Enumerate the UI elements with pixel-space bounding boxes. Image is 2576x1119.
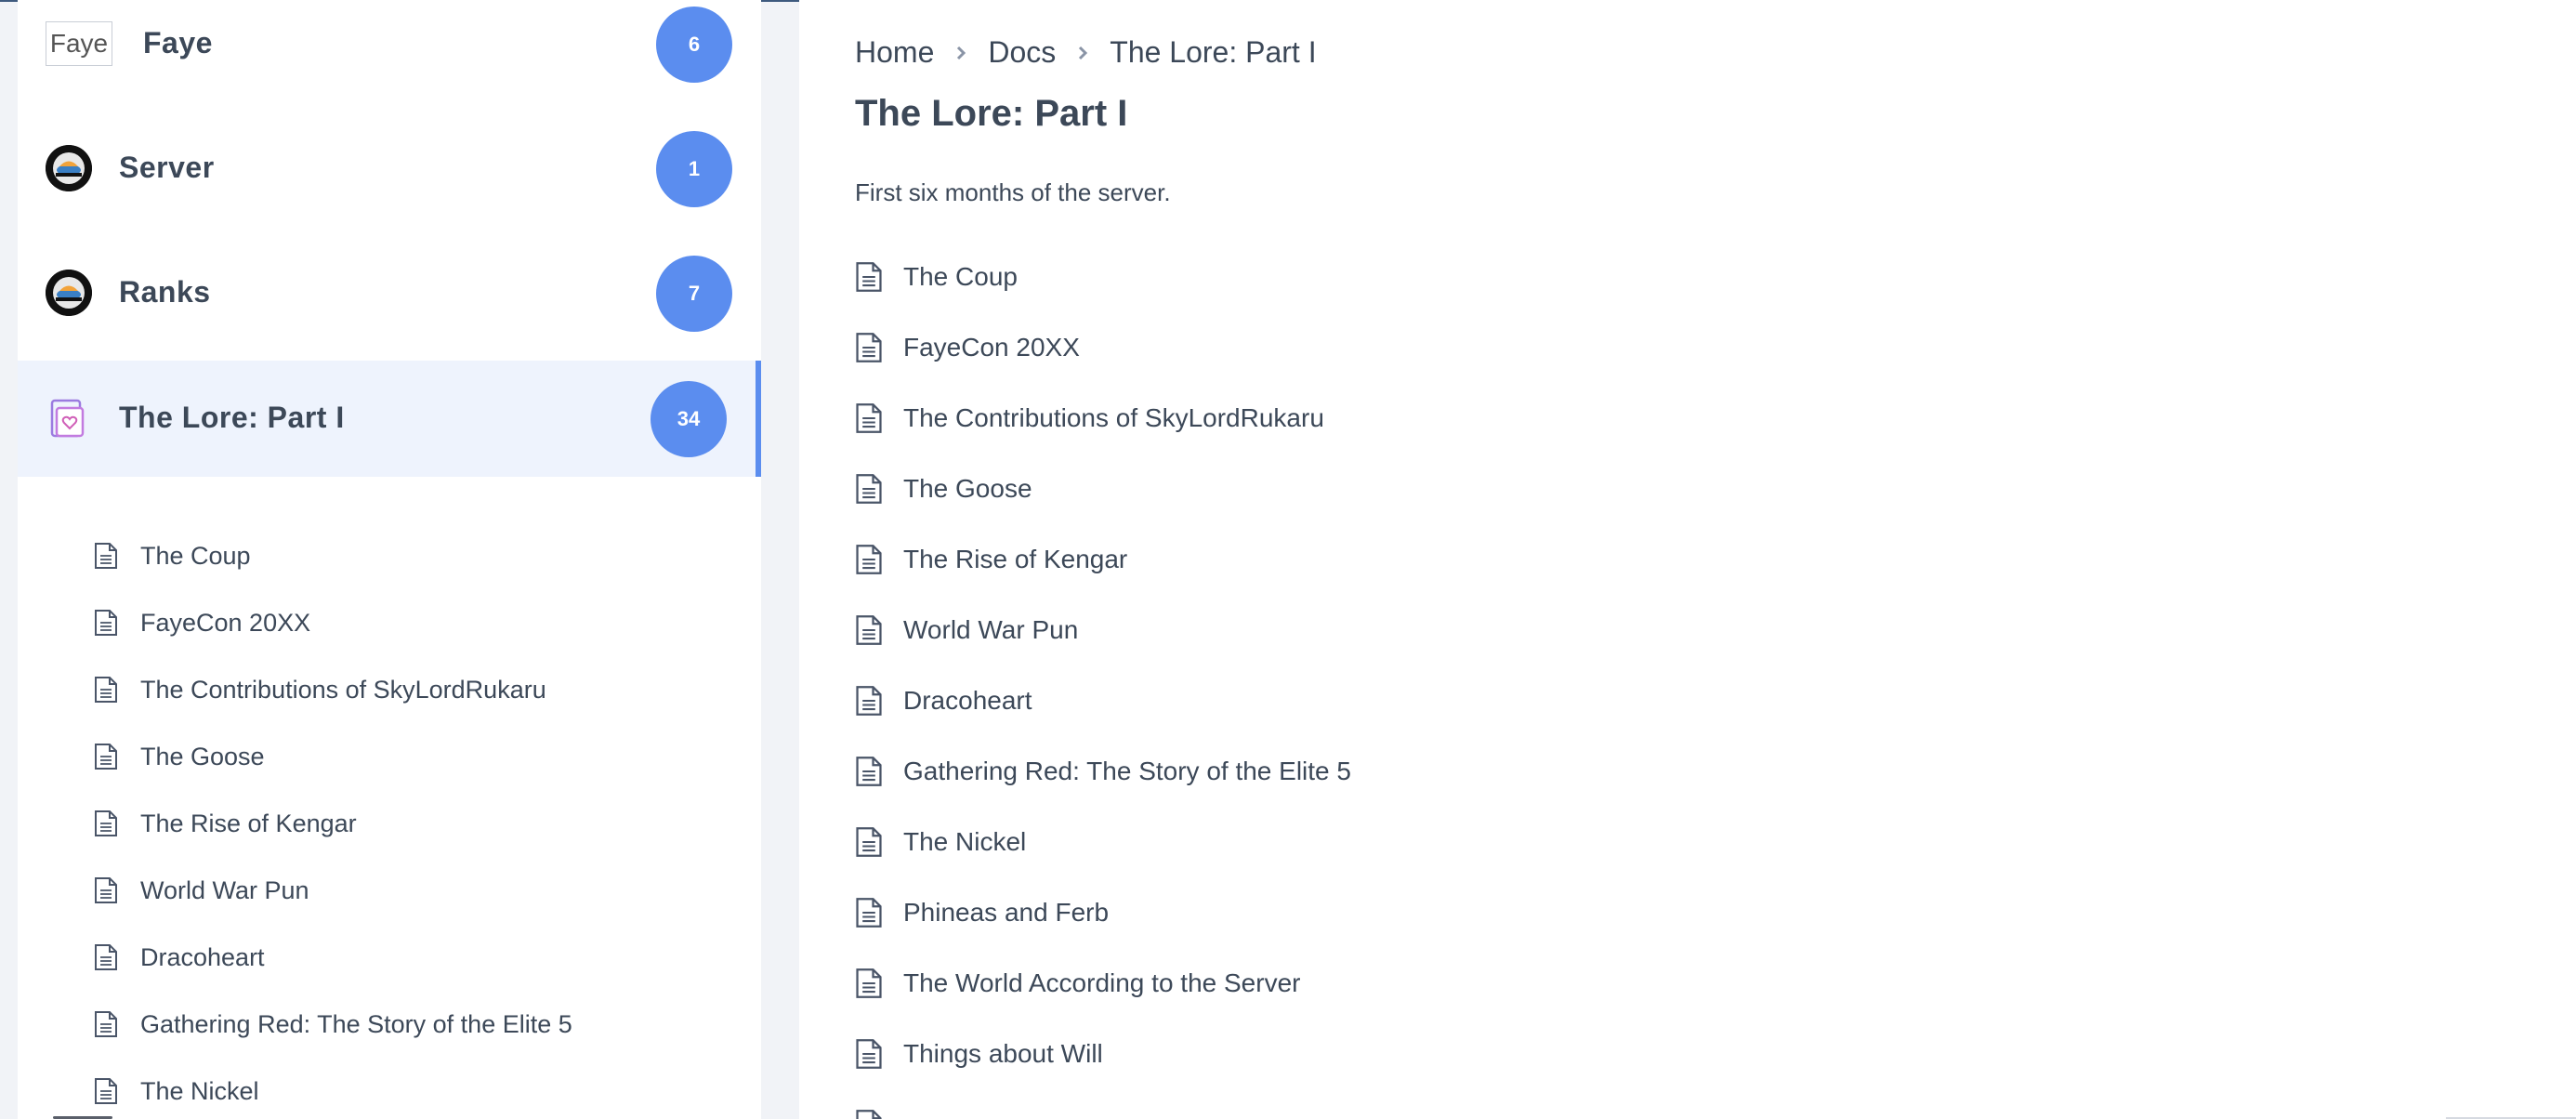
doc-title: The Goose [903,474,1032,503]
doc-title: Gathering Red: The Story of the Elite 5 [903,757,1351,785]
document-icon [856,1110,882,1119]
breadcrumb-home[interactable]: Home [855,35,934,70]
count-badge: 1 [656,131,732,207]
doc-title: Dracoheart [140,942,265,971]
document-icon [95,610,117,636]
document-icon [95,744,117,770]
count-badge: 6 [656,7,732,83]
sidebar-category-label: The Lore: Part I [119,401,345,434]
sidebar-doc-item[interactable]: The Contributions of SkyLordRukaru [94,666,546,713]
doc-list-item[interactable]: FayeCon 20XX [855,324,1080,371]
document-icon [856,898,882,928]
document-icon [95,944,117,970]
doc-title: The Contributions of SkyLordRukaru [903,403,1324,432]
document-icon [856,262,882,292]
doc-title: The Contributions of SkyLordRukaru [140,675,546,704]
doc-title: Gathering Red: The Story of the Elite 5 [140,1009,572,1038]
document-icon [856,968,882,998]
sidebar-category-label: Faye [143,26,213,59]
document-icon [95,1011,117,1037]
doc-title: The Rise of Kengar [903,545,1128,573]
sidebar-doc-item[interactable]: The Goose [94,733,265,780]
doc-list-item-cut-off[interactable] [855,1101,903,1119]
doc-title: Things about Will [903,1039,1103,1068]
chevron-right-icon [1079,46,1088,59]
ranks-logo-icon [46,270,92,316]
doc-list-item[interactable]: World War Pun [855,607,1078,653]
doc-list-item[interactable]: Gathering Red: The Story of the Elite 5 [855,748,1351,795]
faye-logo-icon: Faye [46,21,112,66]
document-icon [856,333,882,362]
chevron-right-icon [957,46,966,59]
breadcrumb-current: The Lore: Part I [1110,35,1317,69]
sidebar-doc-item[interactable]: World War Pun [94,867,309,914]
document-icon [856,474,882,504]
doc-title: The Nickel [903,827,1027,856]
document-icon [856,757,882,786]
document-icon [856,403,882,433]
document-icon [95,543,117,569]
breadcrumb-docs[interactable]: Docs [988,35,1056,70]
doc-title: The Goose [140,742,265,770]
doc-title: Dracoheart [903,686,1032,715]
sidebar-category-label: Server [119,151,215,184]
page-description: First six months of the server. [855,178,1171,206]
doc-title: The Coup [140,541,251,570]
document-icon [856,1039,882,1069]
faye-logo-text: Faye [49,29,109,58]
sidebar-category-faye[interactable]: Faye Faye 6 [18,0,761,102]
doc-title: The World According to the Server [903,968,1301,997]
sidebar-doc-item[interactable]: The Nickel [94,1068,259,1114]
doc-list-item[interactable]: The Rise of Kengar [855,536,1127,583]
sidebar-doc-item[interactable]: Dracoheart [94,934,265,981]
doc-title: The Nickel [140,1076,259,1105]
document-icon [856,615,882,645]
doc-list-item[interactable]: Dracoheart [855,678,1032,724]
sidebar-category-lore-part-1[interactable]: The Lore: Part I 34 [18,361,761,477]
count-badge: 7 [656,256,732,332]
page-title: The Lore: Part I [855,93,1128,134]
breadcrumb: Home Docs The Lore: Part I [855,35,1317,70]
doc-title: FayeCon 20XX [140,608,311,637]
doc-list-item[interactable]: Phineas and Ferb [855,889,1109,936]
sidebar-doc-item[interactable]: Gathering Red: The Story of the Elite 5 [94,1001,572,1047]
document-icon [856,686,882,716]
sidebar-category-ranks[interactable]: Ranks 7 [18,235,761,351]
document-icon [95,810,117,836]
sidebar-doc-item[interactable]: The Rise of Kengar [94,800,357,847]
sidebar-doc-item[interactable]: The Coup [94,533,251,579]
server-logo-icon [46,145,92,191]
count-badge: 34 [651,381,727,457]
doc-list-item[interactable]: The Goose [855,466,1032,512]
doc-list-item[interactable]: The Coup [855,254,1018,300]
doc-list-item[interactable]: Things about Will [855,1031,1103,1077]
doc-title: FayeCon 20XX [903,333,1080,362]
doc-title: Phineas and Ferb [903,898,1110,927]
doc-title: The Rise of Kengar [140,809,357,837]
doc-list-item[interactable]: The Nickel [855,819,1026,865]
main-content: Home Docs The Lore: Part I The Lore: Par… [799,0,2576,1119]
doc-list-item[interactable]: The Contributions of SkyLordRukaru [855,395,1324,441]
sidebar: Faye Faye 6 Server 1 Ranks 7 The Lore: P… [18,0,761,1119]
sidebar-doc-item[interactable]: FayeCon 20XX [94,599,310,646]
document-icon [95,877,117,903]
document-icon [856,545,882,574]
document-icon [95,1078,117,1104]
doc-title: World War Pun [903,615,1079,644]
sidebar-category-label: Ranks [119,275,211,309]
folder-heart-icon [50,399,85,438]
doc-list-item[interactable]: The World According to the Server [855,960,1300,1007]
sidebar-category-server[interactable]: Server 1 [18,111,761,227]
doc-title: The Coup [903,262,1018,291]
document-icon [856,827,882,857]
doc-title: World War Pun [140,875,309,904]
document-icon [95,677,117,703]
